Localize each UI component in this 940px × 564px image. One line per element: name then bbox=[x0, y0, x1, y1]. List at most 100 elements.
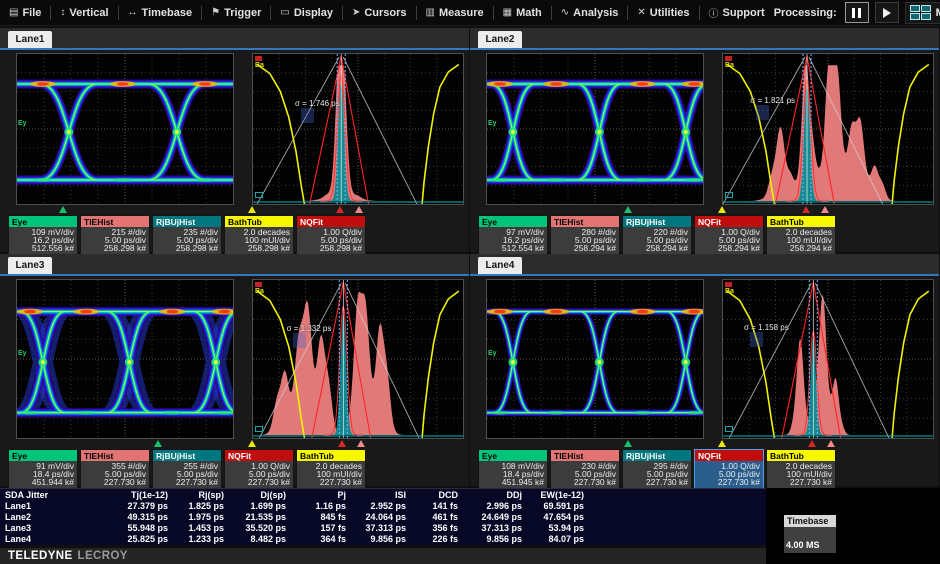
descriptor-label: NQFit bbox=[695, 216, 763, 227]
descriptor-tiehist-lane2[interactable]: TIEHist280 #/div5.00 ps/div258.294 k# bbox=[550, 215, 620, 255]
descriptor-tiehist-lane1[interactable]: TIEHist215 #/div5.00 ps/div258.298 k# bbox=[80, 215, 150, 255]
sda-jitter-table: SDA JitterTj(1e-12)Rj(sp)Dj(sp)PjISIDCDD… bbox=[0, 488, 766, 546]
menu-item-math[interactable]: ▦Math bbox=[494, 0, 551, 25]
eye-diagram-plot[interactable]: Ey bbox=[486, 53, 704, 205]
menu-item-cursors[interactable]: ➤Cursors bbox=[343, 0, 416, 25]
jitter-value: 1.16 ps bbox=[288, 501, 348, 512]
trigger-marker bbox=[357, 440, 365, 447]
descriptor-tiehist-lane4[interactable]: TIEHist230 #/div5.00 ps/div227.730 k# bbox=[550, 449, 620, 489]
mosaic-display-button[interactable]: Mosaic bbox=[905, 2, 940, 24]
eye-diagram-graphic bbox=[487, 54, 703, 204]
descriptor-eye-lane4[interactable]: Eye108 mV/div18.4 ps/div451.945 k# bbox=[478, 449, 548, 489]
descriptor-eye-lane2[interactable]: Eye97 mV/div16.2 ps/div512.554 k# bbox=[478, 215, 548, 255]
menu-item-utilities[interactable]: ✕Utilities bbox=[628, 0, 698, 25]
menu-item-display[interactable]: ▭Display bbox=[271, 0, 342, 25]
menu-item-analysis[interactable]: ∿Analysis bbox=[552, 0, 628, 25]
brand-lecroy: LECROY bbox=[78, 550, 128, 562]
trigger-marker bbox=[59, 206, 67, 213]
menu-item-support[interactable]: ⓘSupport bbox=[700, 0, 774, 25]
rj-trace-marker bbox=[255, 192, 263, 198]
oscilloscope-screen: ▤File↕Vertical↔Timebase⚑Trigger▭Display➤… bbox=[0, 0, 940, 564]
lane-tab-row: Lane2 bbox=[470, 28, 939, 50]
play-button[interactable] bbox=[875, 2, 899, 23]
descriptor-bathtub-lane2[interactable]: BathTub2.0 decades100 mUI/div258.294 k# bbox=[766, 215, 836, 255]
eye-diagram-plot[interactable]: Ey bbox=[16, 279, 234, 439]
jitter-histogram-graphic bbox=[253, 280, 463, 438]
jitter-value: 1.453 ps bbox=[170, 523, 226, 534]
jitter-value: 69.591 ps bbox=[524, 501, 586, 512]
trigger-marker bbox=[827, 440, 835, 447]
descriptor-rjbujhist-lane4[interactable]: RjBUjHist295 #/div5.00 ps/div227.730 k# bbox=[622, 449, 692, 489]
nqfit-edge-marker bbox=[725, 282, 732, 287]
descriptor-nqfit-lane3[interactable]: NQFit1.00 Q/div5.00 ps/div227.730 k# bbox=[224, 449, 294, 489]
timebase-memory: 4.00 MS bbox=[786, 539, 820, 551]
jitter-histogram-plot[interactable]: Ba σ = 1.158 ps bbox=[722, 279, 934, 439]
descriptor-nqfit-lane4[interactable]: NQFit1.00 Q/div5.00 ps/div227.730 k# bbox=[694, 449, 764, 489]
jitter-value: 226 fs bbox=[408, 534, 460, 545]
eye-trace-label: Ey bbox=[488, 120, 497, 127]
lane-tab-lane2[interactable]: Lane2 bbox=[478, 31, 522, 48]
bottom-right-panel: Timebase 5.00 4.00 MS 8 bbox=[766, 488, 940, 564]
descriptor-eye-lane3[interactable]: Eye91 mV/div18.4 ps/div451.944 k# bbox=[8, 449, 78, 489]
eye-diagram-plot[interactable]: Ey bbox=[486, 279, 704, 439]
jitter-col-header: Tj(1e-12) bbox=[106, 489, 170, 501]
menu-item-label: Analysis bbox=[573, 7, 618, 19]
descriptor-label: NQFit bbox=[297, 216, 365, 227]
jitter-value: 35.520 ps bbox=[226, 523, 288, 534]
trigger-icon: ⚑ bbox=[211, 7, 220, 18]
menu-item-vertical[interactable]: ↕Vertical bbox=[51, 0, 117, 25]
descriptor-value: 227.730 k# bbox=[156, 478, 218, 486]
jitter-col-header: SDA Jitter bbox=[0, 489, 106, 501]
descriptor-value: 258.298 k# bbox=[228, 244, 290, 252]
eye-diagram-plot[interactable]: Ey bbox=[16, 53, 234, 205]
descriptor-bathtub-lane1[interactable]: BathTub2.0 decades100 mUI/div258.298 k# bbox=[224, 215, 294, 255]
math-icon: ▦ bbox=[503, 7, 512, 18]
descriptor-values: 97 mV/div16.2 ps/div512.554 k# bbox=[479, 227, 547, 254]
jitter-value: 49.315 ps bbox=[106, 512, 170, 523]
lane-tab-lane1[interactable]: Lane1 bbox=[8, 31, 52, 48]
lane-plots: Ey Ba σ = 1.746 ps bbox=[0, 50, 469, 206]
descriptor-rjbujhist-lane2[interactable]: RjBUjHist220 #/div5.00 ps/div258.294 k# bbox=[622, 215, 692, 255]
pause-button[interactable] bbox=[845, 2, 869, 23]
descriptor-values: 2.0 decades100 mUI/div258.294 k# bbox=[767, 227, 835, 254]
jitter-histogram-plot[interactable]: Ba σ = 1.746 ps bbox=[252, 53, 464, 205]
menu-item-timebase[interactable]: ↔Timebase bbox=[119, 0, 202, 25]
menu-item-label: Timebase bbox=[142, 7, 193, 19]
utilities-icon: ✕ bbox=[637, 7, 645, 18]
descriptor-values: 91 mV/div18.4 ps/div451.944 k# bbox=[9, 461, 77, 488]
jitter-histogram-plot[interactable]: Ba σ = 1.332 ps bbox=[252, 279, 464, 439]
jitter-histogram-plot[interactable]: Ba σ = 1.821 ps bbox=[722, 53, 934, 205]
jitter-row-lane3: Lane355.948 ps1.453 ps35.520 ps157 fs37.… bbox=[0, 523, 766, 534]
descriptor-bathtub-lane4[interactable]: BathTub2.0 decades100 mUI/div227.730 k# bbox=[766, 449, 836, 489]
menu-item-measure[interactable]: ▥Measure bbox=[417, 0, 493, 25]
display-icon: ▭ bbox=[280, 7, 289, 18]
trigger-marker bbox=[248, 206, 256, 213]
lane-tab-lane4[interactable]: Lane4 bbox=[478, 257, 522, 274]
descriptor-eye-lane1[interactable]: Eye109 mV/div16.2 ps/div512.556 k# bbox=[8, 215, 78, 255]
rj-trace-marker bbox=[255, 426, 263, 432]
descriptor-values: 2.0 decades100 mUI/div258.298 k# bbox=[225, 227, 293, 254]
timebase-descriptor-box[interactable]: Timebase 5.00 4.00 MS 8 bbox=[784, 515, 836, 553]
descriptor-rjbujhist-lane1[interactable]: RjBUjHist235 #/div5.00 ps/div258.298 k# bbox=[152, 215, 222, 255]
jitter-value: 1.233 ps bbox=[170, 534, 226, 545]
trigger-marker bbox=[154, 440, 162, 447]
descriptor-nqfit-lane1[interactable]: NQFit1.00 Q/div5.00 ps/div258.298 k# bbox=[296, 215, 366, 255]
menu-item-trigger[interactable]: ⚑Trigger bbox=[202, 0, 270, 25]
descriptor-bathtub-lane3[interactable]: BathTub2.0 decades100 mUI/div227.730 k# bbox=[296, 449, 366, 489]
jitter-col-header: Pj bbox=[288, 489, 348, 501]
measure-icon: ▥ bbox=[426, 7, 435, 18]
descriptor-value: 227.730 k# bbox=[770, 478, 832, 486]
jitter-value: 37.313 ps bbox=[460, 523, 524, 534]
lane-tab-lane3[interactable]: Lane3 bbox=[8, 257, 52, 274]
menu-item-file[interactable]: ▤File bbox=[0, 0, 50, 25]
descriptor-value: 227.730 k# bbox=[554, 478, 616, 486]
nqfit-edge-marker bbox=[255, 282, 262, 287]
descriptor-nqfit-lane2[interactable]: NQFit1.00 Q/div5.00 ps/div258.294 k# bbox=[694, 215, 764, 255]
jitter-value: 356 fs bbox=[408, 523, 460, 534]
descriptor-tiehist-lane3[interactable]: TIEHist355 #/div5.00 ps/div227.730 k# bbox=[80, 449, 150, 489]
jitter-row-lane2: Lane249.315 ps1.975 ps21.535 ps845 fs24.… bbox=[0, 512, 766, 523]
descriptor-label: TIEHist bbox=[81, 216, 149, 227]
descriptor-rjbujhist-lane3[interactable]: RjBUjHist255 #/div5.00 ps/div227.730 k# bbox=[152, 449, 222, 489]
vertical-icon: ↕ bbox=[60, 7, 65, 18]
jitter-histogram-graphic bbox=[253, 54, 463, 204]
